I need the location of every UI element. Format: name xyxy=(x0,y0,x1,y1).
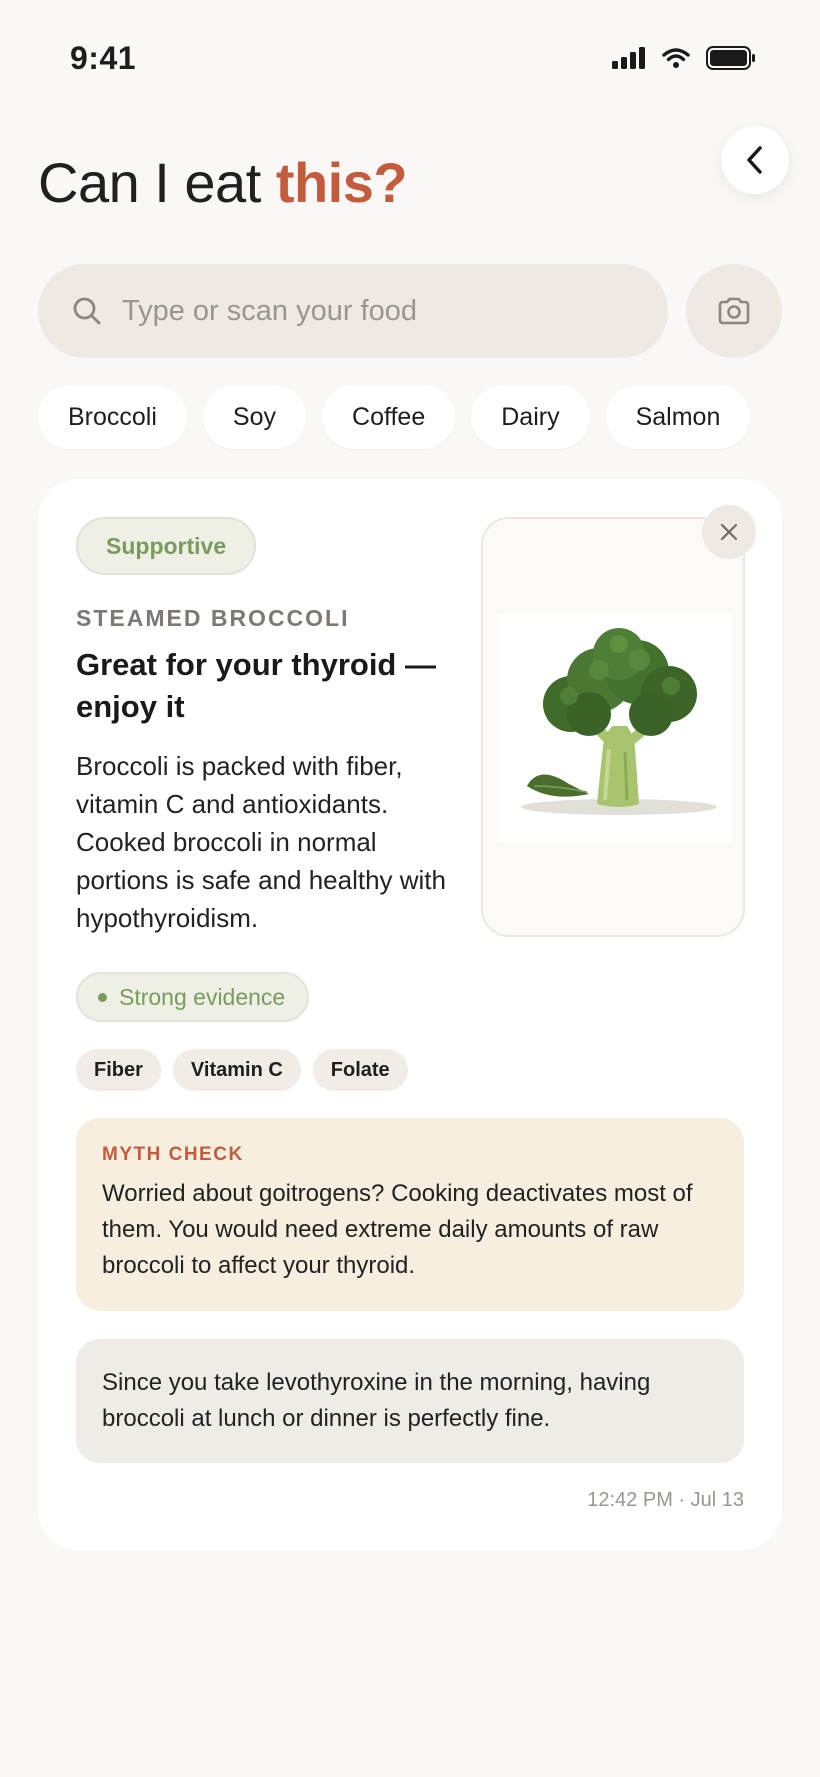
result-card: Supportive STEAMED BROCCOLI Great for yo… xyxy=(38,479,782,1550)
title-accent: this? xyxy=(275,151,408,214)
title-prefix: Can I eat xyxy=(38,151,261,214)
myth-check-title: MYTH CHECK xyxy=(102,1144,244,1165)
personal-note: Since you take levothyroxine in the morn… xyxy=(76,1339,744,1463)
food-name: STEAMED BROCCOLI xyxy=(76,605,350,631)
search-input[interactable] xyxy=(122,294,622,328)
chip-dairy[interactable]: Dairy xyxy=(471,385,590,449)
myth-check-box: MYTH CHECK Worried about goitrogens? Coo… xyxy=(76,1118,744,1311)
nutrient-tag: Folate xyxy=(312,1049,408,1091)
back-button[interactable] xyxy=(721,126,789,194)
result-description: Broccoli is packed with fiber, vitamin C… xyxy=(76,751,446,933)
status-icons xyxy=(612,46,756,70)
camera-icon xyxy=(718,297,750,325)
page-title: Can I eat this? xyxy=(38,150,408,215)
evidence-badge: Strong evidence xyxy=(76,972,310,1022)
search-icon xyxy=(73,297,101,325)
nutrient-tag: Fiber xyxy=(76,1049,161,1091)
quick-pick-chips: Broccoli Soy Coffee Dairy Salmon xyxy=(38,385,751,449)
timestamp: 12:42 PM · Jul 13 xyxy=(587,1489,744,1511)
search-bar[interactable] xyxy=(38,264,668,358)
wifi-icon xyxy=(662,48,690,68)
camera-button[interactable] xyxy=(686,264,782,358)
nutrient-tag: Vitamin C xyxy=(172,1049,301,1091)
chip-salmon[interactable]: Salmon xyxy=(605,385,751,449)
chip-broccoli[interactable]: Broccoli xyxy=(38,385,187,449)
status-time: 9:41 xyxy=(70,40,137,76)
food-image-panel xyxy=(481,517,745,937)
close-icon xyxy=(720,523,738,541)
chip-soy[interactable]: Soy xyxy=(202,385,307,449)
close-button[interactable] xyxy=(702,505,756,559)
chip-coffee[interactable]: Coffee xyxy=(322,385,456,449)
signal-icon xyxy=(612,47,645,69)
status-bar: 9:41 xyxy=(0,0,820,120)
verdict-badge: Supportive xyxy=(76,517,257,575)
evidence-dot-icon xyxy=(98,992,107,1002)
chevron-left-icon xyxy=(747,146,762,174)
nutrient-tags: Fiber Vitamin C Folate xyxy=(76,1049,408,1091)
evidence-label: Strong evidence xyxy=(119,983,286,1010)
battery-icon xyxy=(706,46,755,70)
result-headline: Great for your thyroid — enjoy it xyxy=(76,647,436,724)
myth-check-text: Worried about goitrogens? Cooking deacti… xyxy=(102,1180,693,1279)
broccoli-image xyxy=(499,614,731,842)
